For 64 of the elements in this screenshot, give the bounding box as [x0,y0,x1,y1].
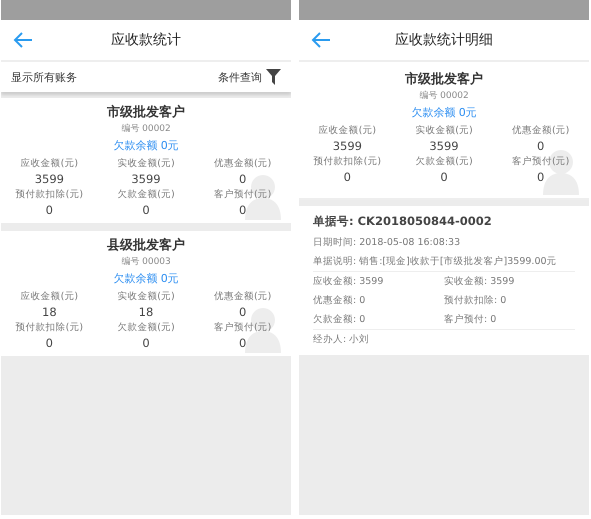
amount-text: 客户预付: 0 [444,313,498,327]
stat-label: 优惠金额(元) [214,157,272,170]
stat-label: 预付款扣除(元) [314,155,382,168]
stat-value: 3599 [429,139,459,153]
stat-value: 0 [238,203,246,217]
customer-code: 编号 00003 [121,256,171,268]
screen-title: 应收款统计 [111,31,181,49]
stat-value: 0 [238,305,246,319]
stat-value: 3599 [332,139,362,153]
stat-value: 0 [536,139,544,153]
document-detail: 日期时间: 2018-05-08 16:08:33 [313,236,462,250]
balance-text: 欠款余额 0元 [113,138,179,153]
screen-title: 应收款统计明细 [395,31,493,49]
stat-value: 0 [142,203,150,217]
stat-value: 3599 [34,172,64,186]
stat-value: 0 [238,336,246,350]
stat-label: 客户预付(元) [214,188,272,201]
customer-name: 市级批发客户 [107,104,185,121]
stat-label: 优惠金额(元) [214,290,272,303]
stat-value: 0 [142,336,150,350]
stat-label: 实收金额(元) [415,124,473,137]
back-arrow-icon[interactable] [311,32,331,48]
stat-label: 预付款扣除(元) [16,321,84,334]
stat-label: 应收金额(元) [318,124,376,137]
document-number: 单据号: CK2018050844-0002 [313,214,493,229]
stat-value: 0 [238,172,246,186]
stat-label: 实收金额(元) [117,290,175,303]
balance-text: 欠款余额 0元 [411,105,477,120]
handler-text: 经办人: 小刘 [313,333,370,347]
stat-label: 欠款金额(元) [117,321,175,334]
stat-value: 3599 [131,172,161,186]
stat-label: 应收金额(元) [20,290,78,303]
customer-card[interactable]: 市级批发客户 编号 00002 欠款余额 0元 应收金额(元) 3599 实收金额(元) 3599 优惠金额(元) 0 预付款扣除(元) 0 欠款金额(元) 0 客户预付(元) 0 [1,98,291,223]
back-arrow-icon[interactable] [13,32,33,48]
amount-text: 实收金额: 3599 [444,275,516,289]
amount-text: 应收金额: 3599 [313,275,384,289]
query-label[interactable]: 条件查询 [218,70,262,84]
stat-value: 0 [344,170,351,184]
customer-code: 编号 00002 [419,90,469,102]
stat-value: 18 [138,305,154,319]
stat-label: 客户预付(元) [214,321,272,334]
stat-value: 0 [46,203,53,217]
filter-label[interactable]: 显示所有账务 [11,70,218,84]
stat-label: 预付款扣除(元) [16,188,84,201]
stat-label: 应收金额(元) [20,157,78,170]
document-detail: 单据说明: 销售:[现金]收款于[市级批发客户]3599.00元 [313,255,558,269]
customer-name: 市级批发客户 [405,70,483,88]
stat-value: 0 [46,336,53,350]
filter-icon[interactable] [266,69,281,85]
stat-value: 18 [42,305,57,319]
stat-label: 欠款金额(元) [117,188,175,201]
stat-label: 客户预付(元) [512,155,570,168]
amount-text: 优惠金额: 0 [313,294,366,308]
stat-label: 欠款金额(元) [415,155,473,168]
customer-card[interactable]: 县级批发客户 编号 00003 欠款余额 0元 应收金额(元) 18 实收金额(元) 18 优惠金额(元) 0 预付款扣除(元) 0 欠款金额(元) 0 客户预付(元) 0 [1,231,291,356]
customer-code: 编号 00002 [121,122,171,135]
stat-value: 0 [440,170,448,184]
balance-text: 欠款余额 0元 [113,271,179,286]
amount-text: 欠款金额: 0 [313,313,366,327]
stat-label: 实收金额(元) [117,157,175,170]
customer-name: 县级批发客户 [107,236,185,254]
amount-text: 预付款扣除: 0 [444,294,508,308]
stat-label: 优惠金额(元) [512,124,570,137]
stat-value: 0 [536,170,544,184]
